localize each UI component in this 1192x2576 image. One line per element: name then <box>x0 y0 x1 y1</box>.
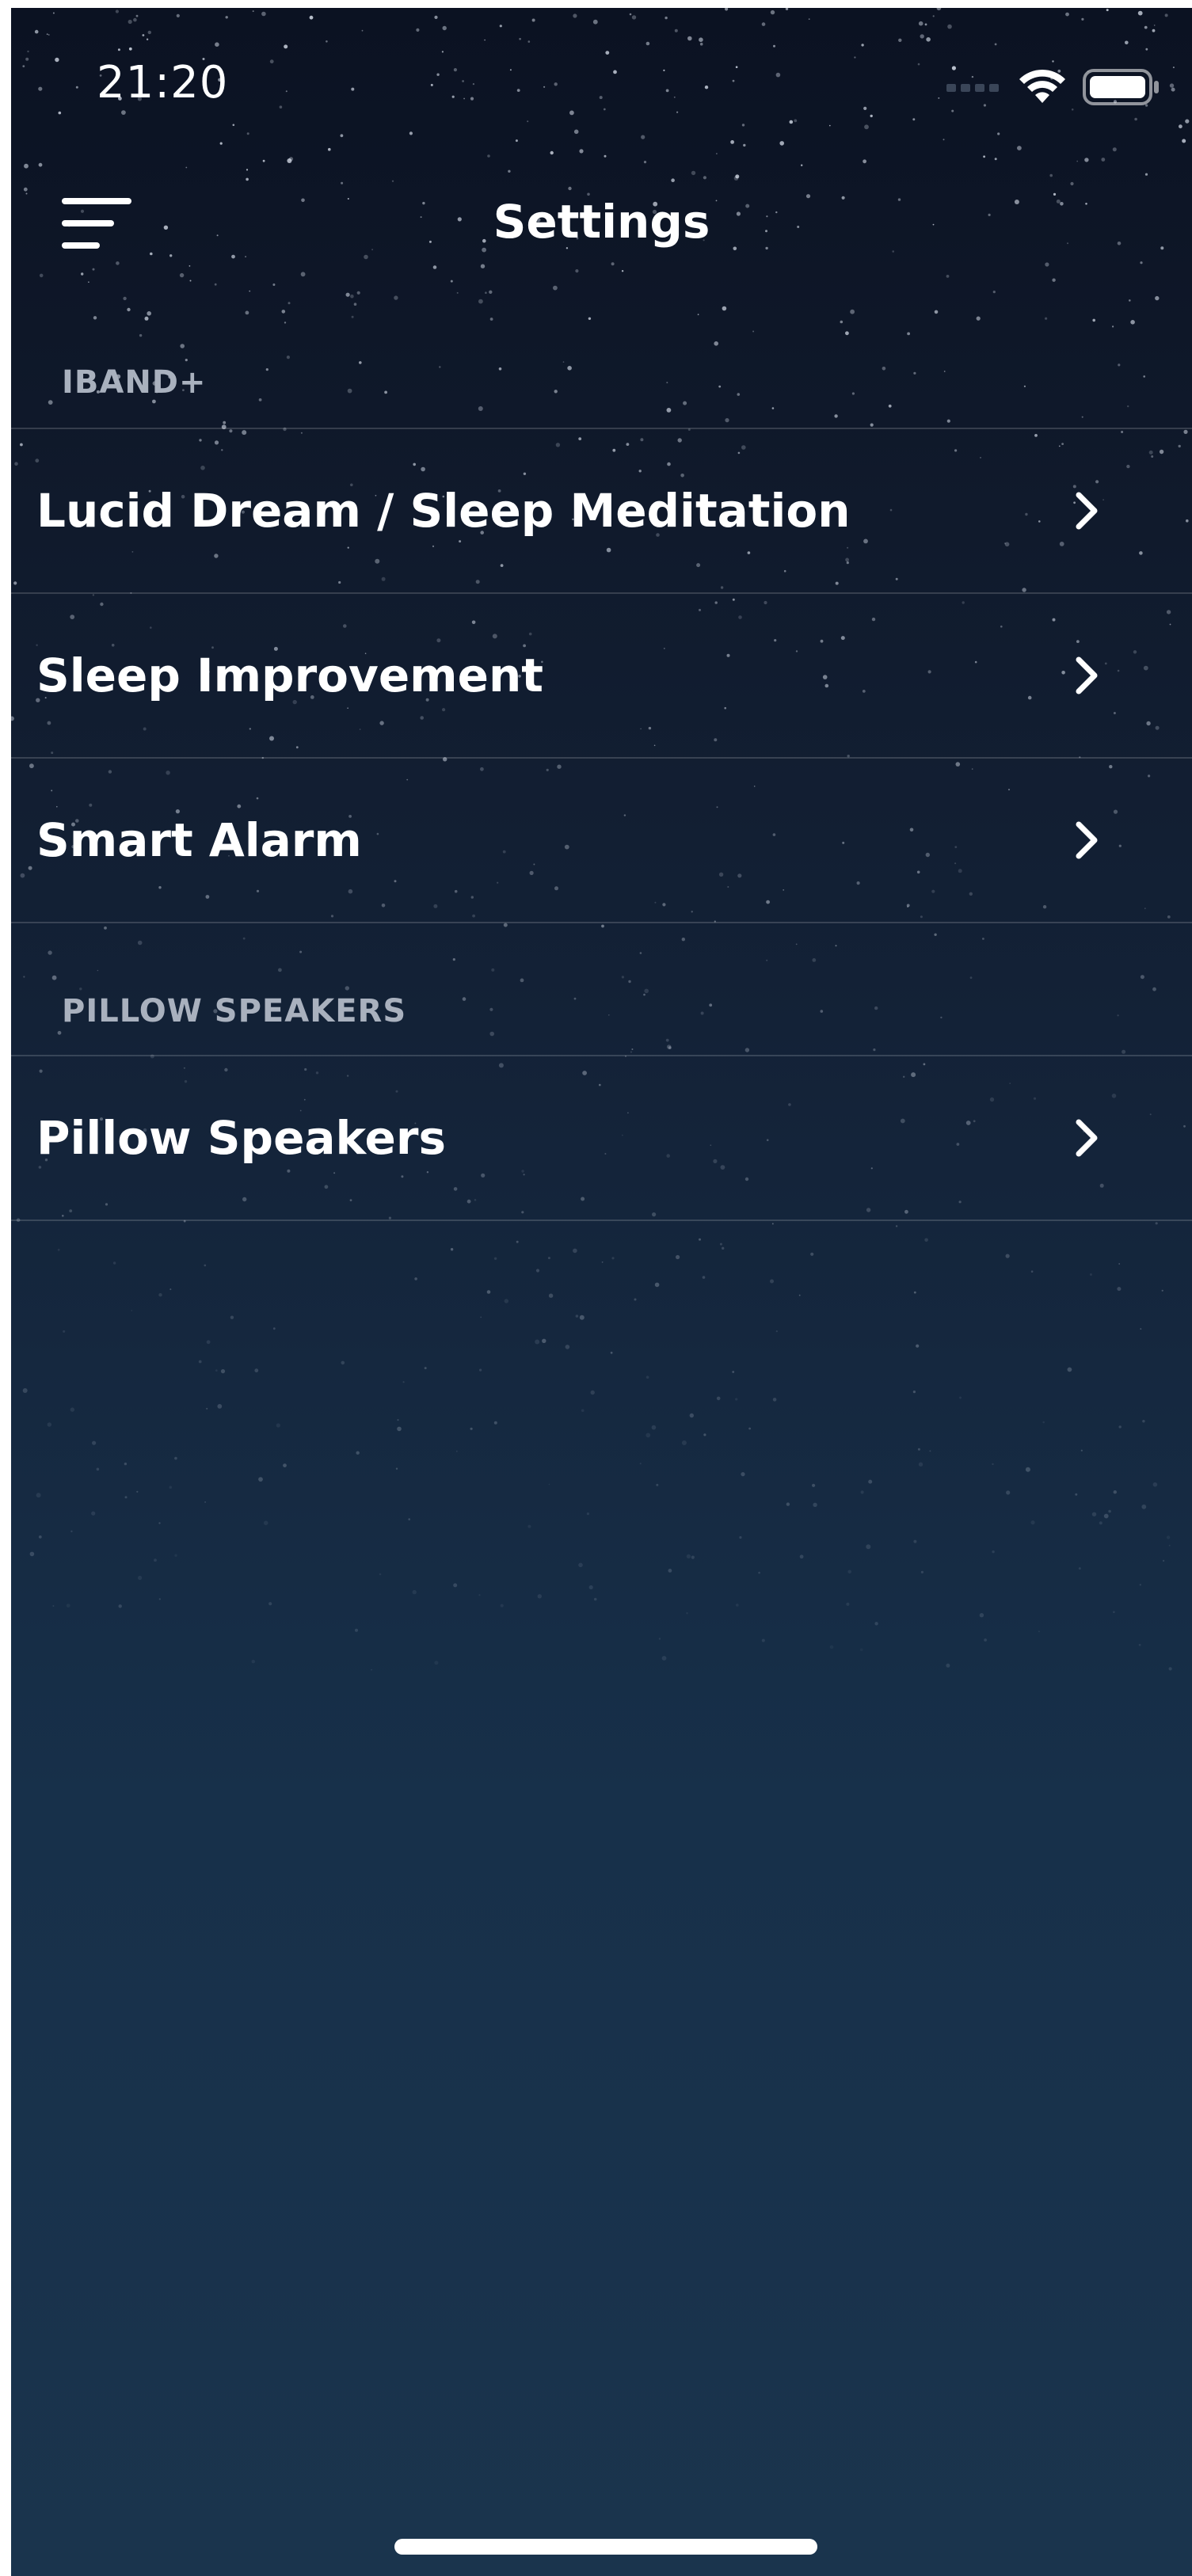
settings-row-smart-alarm[interactable]: Smart Alarm <box>11 759 1192 922</box>
divider <box>11 922 1192 923</box>
page-title: Settings <box>493 195 710 249</box>
row-label: Smart Alarm <box>36 813 362 867</box>
row-label: Sleep Improvement <box>36 649 543 702</box>
settings-row-pillow-speakers[interactable]: Pillow Speakers <box>11 1056 1192 1220</box>
cellular-icon <box>946 84 999 92</box>
section-header-iband: IBAND+ <box>62 364 207 401</box>
wifi-icon <box>1019 69 1065 103</box>
settings-screen: 21:20 Settings IBAND+ Lucid Dream / Slee… <box>11 8 1192 2576</box>
home-indicator[interactable] <box>394 2539 817 2555</box>
settings-row-sleep-improvement[interactable]: Sleep Improvement <box>11 594 1192 757</box>
divider <box>11 1220 1192 1221</box>
chevron-right-icon <box>1076 821 1098 859</box>
status-bar: 21:20 <box>11 8 1192 166</box>
row-label: Pillow Speakers <box>36 1111 447 1165</box>
status-icons <box>946 65 1160 109</box>
chevron-right-icon <box>1076 656 1098 694</box>
section-header-pillow-speakers: PILLOW SPEAKERS <box>62 993 407 1029</box>
status-time: 21:20 <box>97 57 229 108</box>
chevron-right-icon <box>1076 492 1098 530</box>
battery-icon <box>1083 69 1159 105</box>
chevron-right-icon <box>1076 1119 1098 1157</box>
settings-row-lucid-dream[interactable]: Lucid Dream / Sleep Meditation <box>11 429 1192 592</box>
row-label: Lucid Dream / Sleep Meditation <box>36 484 851 538</box>
